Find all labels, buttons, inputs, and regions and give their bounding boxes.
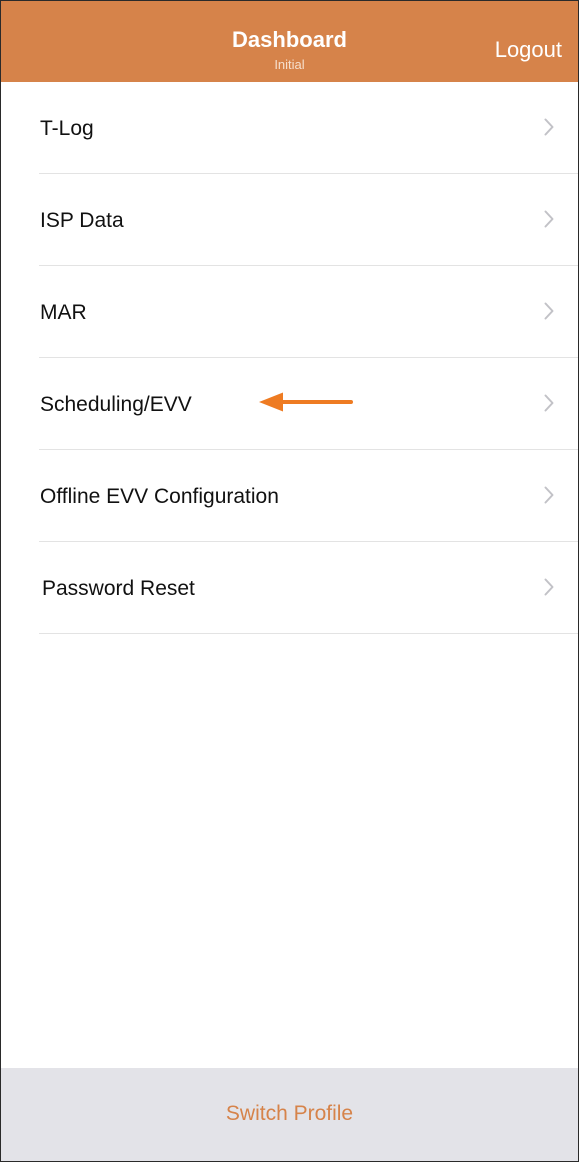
nav-bar: Dashboard Initial Logout [1, 1, 578, 82]
menu-item-t-log[interactable]: T-Log [1, 82, 578, 174]
menu-item-label: Scheduling/EVV [40, 393, 192, 416]
chevron-right-icon [544, 210, 554, 228]
chevron-right-icon [544, 118, 554, 136]
app-screen: Dashboard Initial Logout T-Log ISP Data … [0, 0, 579, 1162]
menu-item-password-reset[interactable]: Password Reset [1, 542, 578, 634]
page-title: Dashboard [232, 27, 347, 52]
logout-button[interactable]: Logout [495, 37, 562, 63]
menu-item-offline-evv-configuration[interactable]: Offline EVV Configuration [1, 450, 578, 542]
menu-item-mar[interactable]: MAR [1, 266, 578, 358]
arrow-left-icon [259, 392, 353, 412]
menu-item-label: Password Reset [42, 577, 195, 600]
menu-item-isp-data[interactable]: ISP Data [1, 174, 578, 266]
chevron-right-icon [544, 302, 554, 320]
footer-bar: Switch Profile [1, 1068, 578, 1161]
menu-item-label: MAR [40, 301, 87, 324]
chevron-right-icon [544, 486, 554, 504]
chevron-right-icon [544, 394, 554, 412]
page-subtitle: Initial [274, 57, 305, 72]
menu-item-label: Offline EVV Configuration [40, 485, 279, 508]
dashboard-menu: T-Log ISP Data MAR Scheduling/EVV Offlin… [1, 82, 578, 634]
chevron-right-icon [544, 578, 554, 596]
menu-item-label: T-Log [40, 117, 94, 140]
menu-item-label: ISP Data [40, 209, 124, 232]
switch-profile-button[interactable]: Switch Profile [1, 1101, 578, 1127]
